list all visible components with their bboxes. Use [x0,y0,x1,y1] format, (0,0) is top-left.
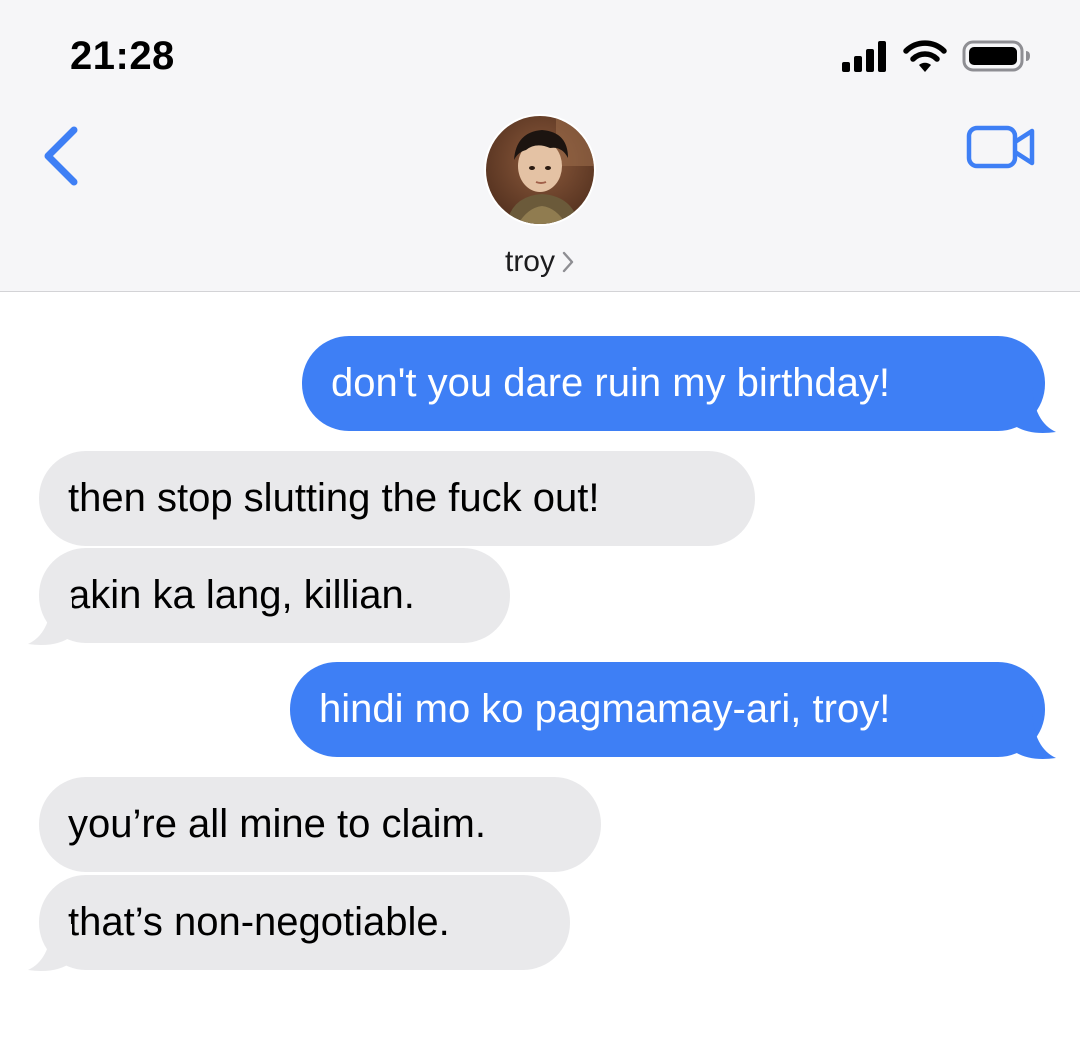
message-bubble-received[interactable]: that’s non-negotiable. [39,875,570,970]
contact-name-button[interactable]: troy [440,240,640,284]
message-text: you’re all mine to claim. [68,802,486,846]
message-bubble-received[interactable]: then stop slutting the fuck out! [39,451,755,546]
contact-name: troy [504,245,555,278]
back-button[interactable] [38,120,88,192]
message-bubble-sent[interactable]: don't you dare ruin my birthday! [302,336,1045,431]
contact-avatar[interactable] [484,114,596,226]
conversation-header: 21:28 troy [0,0,1080,292]
bubble-tail [1012,386,1056,433]
message-bubble-received[interactable]: you’re all mine to claim. [39,777,601,872]
bubble-tail [28,598,72,645]
message-bubble-received[interactable]: akin ka lang, killian. [39,548,510,643]
cellular-signal-icon [842,41,886,72]
message-text: then stop slutting the fuck out! [68,476,600,520]
chevron-right-icon [561,250,575,274]
status-time: 21:28 [70,34,175,78]
chevron-left-icon [44,126,78,186]
bubble-tail [28,924,72,971]
battery-icon [962,40,1030,72]
message-bubble-sent[interactable]: hindi mo ko pagmamay-ari, troy! [290,662,1045,757]
message-text: don't you dare ruin my birthday! [331,361,891,405]
message-text: that’s non-negotiable. [68,900,450,944]
wifi-icon [903,40,947,72]
message-text: hindi mo ko pagmamay-ari, troy! [319,687,891,731]
video-call-button[interactable] [964,122,1040,174]
message-text: akin ka lang, killian. [68,573,415,617]
messages-screen: 21:28 troy don't you dare ruin my birthd… [0,0,1080,1048]
bubble-tail [1012,712,1056,759]
video-camera-icon [966,125,1035,169]
